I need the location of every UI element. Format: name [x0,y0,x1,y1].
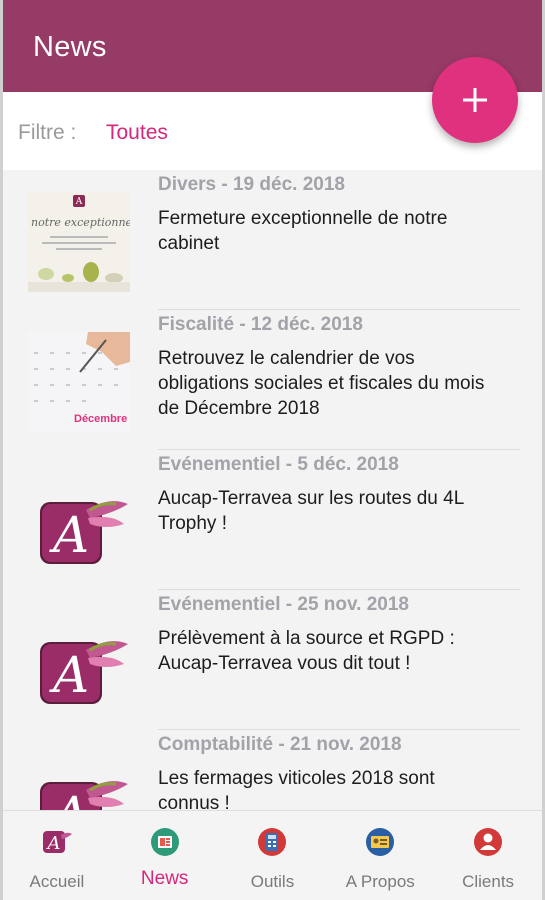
news-meta: Evénementiel - 25 nov. 2018 [158,594,409,615]
closure-notice-thumbnail: A notre exceptionne [28,192,130,292]
filter-value[interactable]: Toutes [106,121,168,145]
calendar-thumbnail: Décembre [28,332,130,432]
news-item[interactable]: A Comptabilité - 21 nov. 2018 Les fermag… [3,730,542,810]
news-item[interactable]: A notre exceptionne Divers - 19 déc. 201… [3,170,542,310]
nav-item-news[interactable]: News [111,811,219,900]
news-meta: Divers - 19 déc. 2018 [158,174,345,195]
news-title[interactable]: Retrouvez le calendrier de vos obligatio… [158,346,498,421]
news-item[interactable]: Décembre Fiscalité - 12 déc. 2018 Retrou… [3,310,542,450]
news-title[interactable]: Les fermages viticoles 2018 sont connus … [158,766,498,810]
news-item[interactable]: A Evénementiel - 5 déc. 2018 Aucap-Terra… [3,450,542,590]
news-meta: Fiscalité - 12 déc. 2018 [158,314,363,335]
nav-label: A Propos [345,872,415,891]
aucap-logo: A [28,612,130,712]
filter-label: Filtre : [18,121,77,144]
news-list[interactable]: A notre exceptionne Divers - 19 déc. 201… [3,170,542,810]
thumb-month-text: Décembre [74,413,127,425]
svg-text:A: A [49,646,89,704]
nav-item-a-propos[interactable]: A Propos [326,811,434,900]
user-icon [473,827,503,857]
nav-item-clients[interactable]: Clients [434,811,542,900]
nav-label: Outils [250,872,295,891]
news-title[interactable]: Prélèvement à la source et RGPD : Aucap-… [158,626,498,676]
svg-text:A: A [49,506,89,564]
nav-label: Clients [462,872,515,891]
svg-text:A: A [45,833,60,854]
nav-label: News [140,868,189,889]
page-title: News [33,31,107,63]
bottom-nav: A Accueil News Outils A Propos Clients [3,810,542,900]
aucap-logo-icon: A [42,827,72,857]
nav-label: Accueil [29,872,85,891]
aucap-logo: A [28,752,130,810]
plus-icon [463,88,487,112]
aucap-logo: A [28,472,130,572]
id-card-icon [365,827,395,857]
news-meta: Comptabilité - 21 nov. 2018 [158,734,402,755]
add-button[interactable] [432,57,518,143]
thumb-script-text: notre exceptionne [31,216,130,229]
news-item[interactable]: A Evénementiel - 25 nov. 2018 Prélèvemen… [3,590,542,730]
svg-text:A: A [75,197,83,207]
news-title[interactable]: Aucap-Terravea sur les routes du 4L Trop… [158,486,498,536]
nav-item-accueil[interactable]: A Accueil [3,811,111,900]
news-meta: Evénementiel - 5 déc. 2018 [158,454,399,475]
news-icon [150,827,180,857]
nav-item-outils[interactable]: Outils [219,811,327,900]
news-title[interactable]: Fermeture exceptionnelle de notre cabine… [158,206,498,256]
calculator-icon [257,827,287,857]
svg-text:A: A [49,786,89,810]
